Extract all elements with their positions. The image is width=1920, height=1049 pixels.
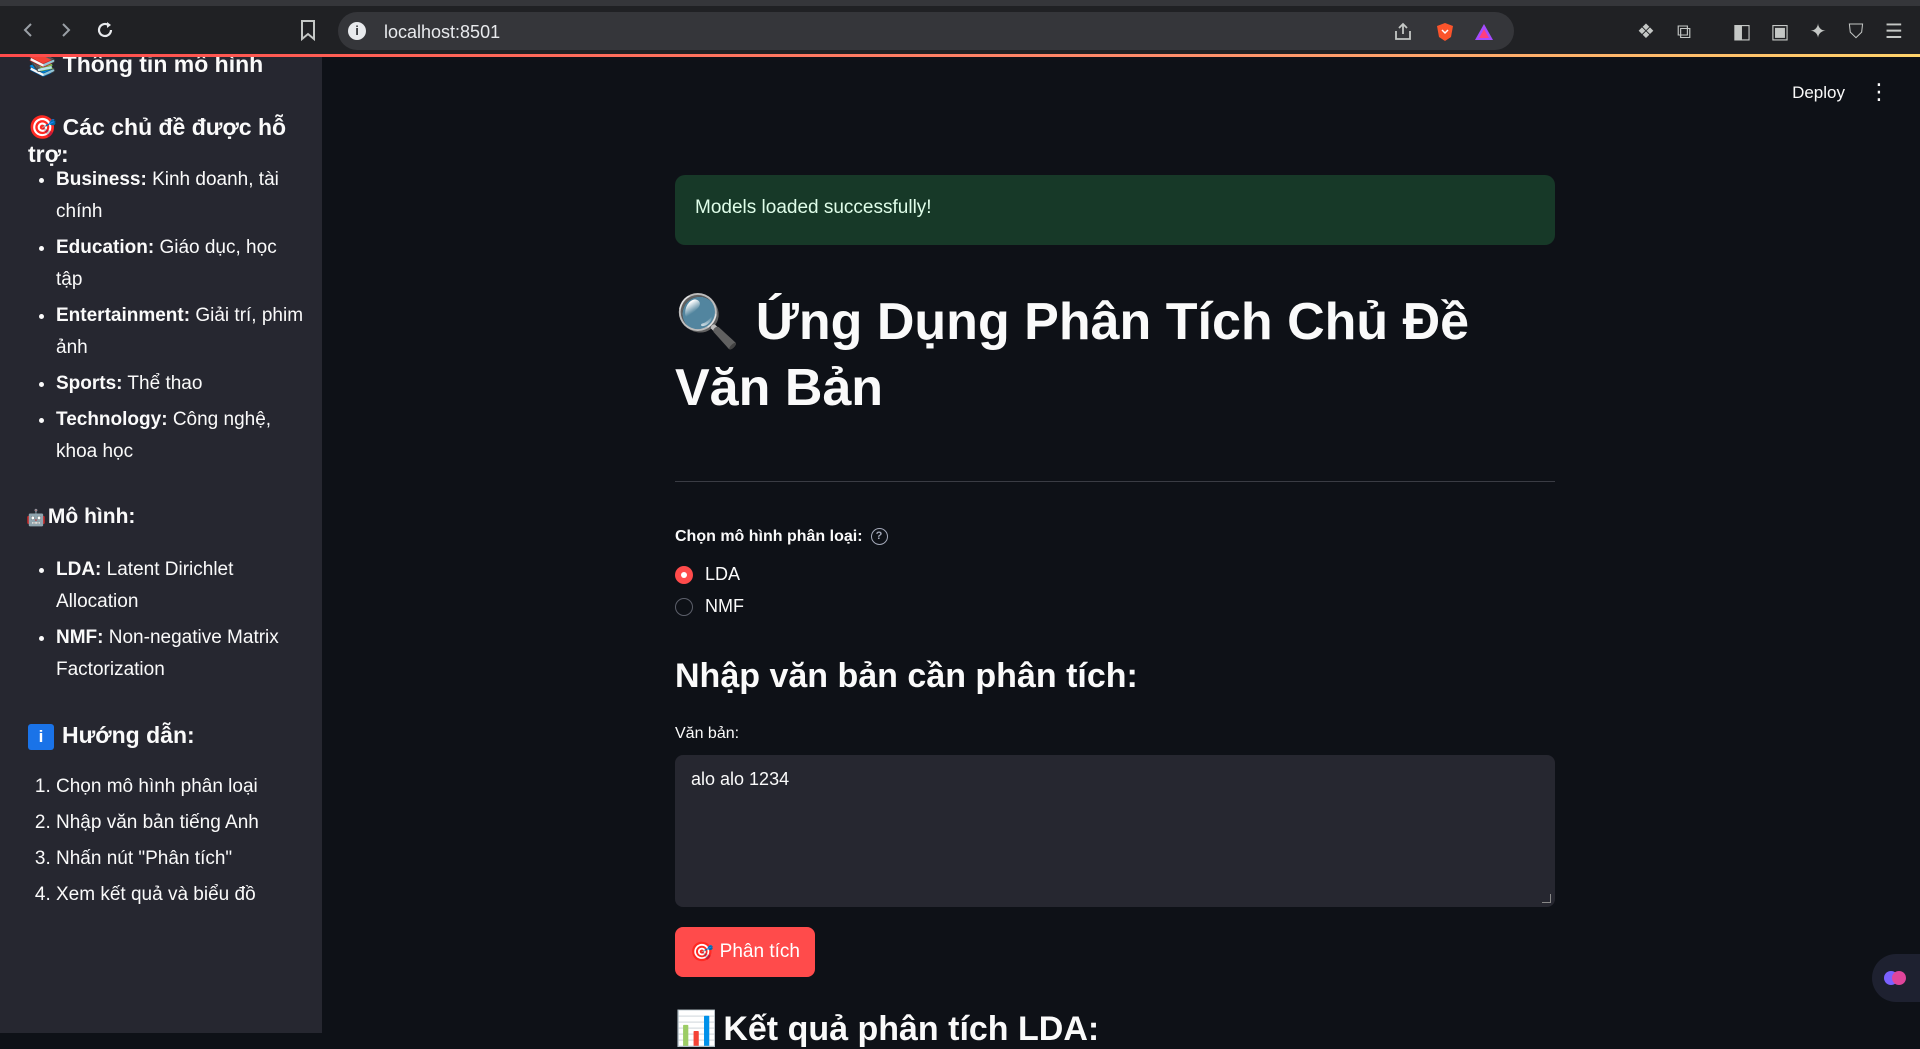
robot-icon: 🤖 <box>26 510 46 527</box>
list-item: Sports: Thể thao <box>56 368 306 400</box>
browser-toolbar: i localhost:8501 ❖ ⧉ ◧ ▣ ✦ ⛉ ☰ <box>0 0 1920 57</box>
list-item: Business: Kinh doanh, tài chính <box>56 164 306 228</box>
text-input[interactable]: alo alo 1234 <box>675 755 1555 907</box>
forward-button[interactable] <box>50 15 80 45</box>
textarea-label: Văn bản: <box>675 725 740 742</box>
list-item: Technology: Công nghệ, khoa học <box>56 404 306 468</box>
reload-button[interactable] <box>90 15 120 45</box>
vpn-icon[interactable]: ⛉ <box>1844 20 1868 44</box>
site-info-icon[interactable]: i <box>348 22 366 40</box>
main-content: Deploy ⋮ Models loaded successfully! 🔍 Ứn… <box>322 57 1920 1048</box>
brave-rewards-icon[interactable] <box>1473 21 1495 43</box>
assistant-button[interactable] <box>1872 954 1920 1002</box>
model-info-heading: 📚 Thông tin mô hình <box>28 57 263 78</box>
radio-indicator[interactable] <box>675 597 693 616</box>
wallet-icon[interactable]: ▣ <box>1768 20 1792 44</box>
list-item: Education: Giáo dục, học tập <box>56 232 306 296</box>
url-text: localhost:8501 <box>384 22 501 42</box>
reload-icon <box>97 22 113 38</box>
list-item: LDA: Latent Dirichlet Allocation <box>56 554 306 618</box>
guide-heading: i Hướng dẫn: <box>28 722 195 750</box>
info-icon: i <box>28 723 54 750</box>
address-bar[interactable]: i localhost:8501 <box>338 12 1514 50</box>
radio-option-lda[interactable]: LDA <box>675 564 740 585</box>
brave-shield-icon[interactable] <box>1434 21 1456 43</box>
books-icon: 📚 <box>28 57 57 77</box>
list-item: NMF: Non-negative Matrix Factorization <box>56 622 306 686</box>
list-item: Chọn mô hình phân loại <box>56 771 306 803</box>
models-list: LDA: Latent Dirichlet Allocation NMF: No… <box>28 554 306 690</box>
models-heading: 🤖Mô hình: <box>26 505 136 528</box>
model-select-label: Chọn mô hình phân loại:? <box>675 528 888 546</box>
chevron-left-icon <box>23 23 32 37</box>
chart-icon: 📊 <box>675 1010 718 1048</box>
list-item: Nhấn nút "Phân tích" <box>56 843 306 875</box>
radio-selected-indicator[interactable] <box>675 565 693 584</box>
leo-ai-icon[interactable]: ✦ <box>1806 20 1830 44</box>
back-button[interactable] <box>14 15 44 45</box>
deploy-button[interactable]: Deploy <box>1792 83 1845 103</box>
page-title: 🔍 Ứng Dụng Phân Tích Chủ Đề Văn Bản <box>675 289 1555 421</box>
input-heading: Nhập văn bản cần phân tích: <box>675 657 1138 695</box>
list-item: Entertainment: Giải trí, phim ảnh <box>56 300 306 364</box>
extensions-icon[interactable]: ❖ <box>1634 20 1658 44</box>
hamburger-menu-icon[interactable]: ☰ <box>1882 20 1906 44</box>
success-alert: Models loaded successfully! <box>675 175 1555 245</box>
guide-list: Chọn mô hình phân loại Nhập văn bản tiến… <box>28 771 306 915</box>
chevron-right-icon <box>62 23 71 37</box>
bookmark-button[interactable] <box>293 15 323 45</box>
topics-heading: 🎯 Các chủ đề được hỗ trợ: <box>28 114 287 167</box>
list-item: Nhập văn bản tiếng Anh <box>56 807 306 839</box>
magnifier-icon: 🔍 <box>675 293 740 351</box>
kebab-menu-icon[interactable]: ⋮ <box>1868 79 1890 105</box>
topics-list: Business: Kinh doanh, tài chính Educatio… <box>28 164 306 472</box>
analyze-button[interactable]: 🎯 Phân tích <box>675 927 815 977</box>
sidebar-toggle-icon[interactable]: ◧ <box>1730 20 1754 44</box>
bookmark-icon <box>301 20 315 41</box>
share-icon[interactable] <box>1392 21 1414 43</box>
divider <box>675 481 1555 482</box>
brain-icon <box>1884 971 1906 985</box>
result-heading: 📊 Kết quả phân tích LDA: <box>675 1010 1100 1048</box>
target-icon: 🎯 <box>28 114 57 140</box>
sidebar: 📚 Thông tin mô hình 🎯 Các chủ đề được hỗ t… <box>0 57 322 1033</box>
screenshot-icon[interactable]: ⧉ <box>1672 20 1696 44</box>
help-icon[interactable]: ? <box>870 528 888 546</box>
target-icon: 🎯 <box>690 942 714 963</box>
list-item: Xem kết quả và biểu đồ <box>56 879 306 911</box>
radio-option-nmf[interactable]: NMF <box>675 596 744 617</box>
